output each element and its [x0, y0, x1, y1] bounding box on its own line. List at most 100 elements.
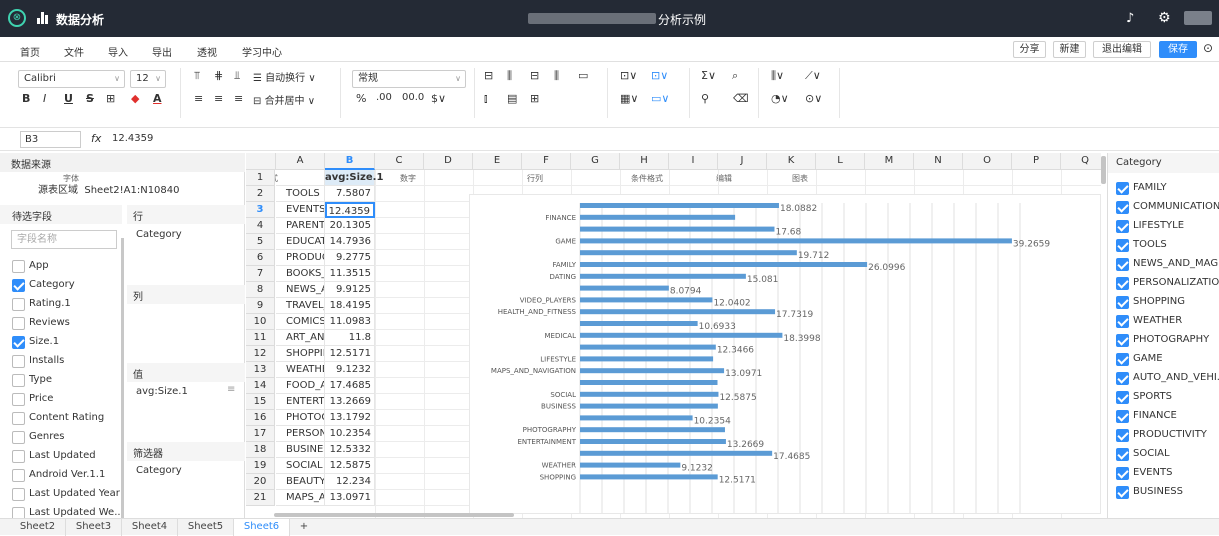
row-header[interactable]: 5 — [246, 234, 275, 250]
rows-zone-item[interactable]: Category — [136, 229, 182, 240]
checkbox[interactable] — [12, 393, 25, 406]
delete-row-icon[interactable]: ⊟ — [530, 69, 539, 82]
checkbox[interactable] — [1116, 467, 1129, 480]
row-header[interactable]: 13 — [246, 362, 275, 378]
align-middle-icon[interactable]: ⋕ — [214, 69, 223, 82]
cell-category[interactable]: SHOPPII — [276, 346, 325, 362]
cell-category[interactable]: MAPS_A — [276, 490, 325, 506]
user-avatar[interactable] — [1184, 11, 1212, 25]
strikethrough-button[interactable]: S — [86, 92, 94, 105]
bar-chart-insert-icon[interactable]: ⫼∨ — [771, 69, 784, 83]
checkbox[interactable] — [12, 469, 25, 482]
row-header[interactable]: 19 — [246, 458, 275, 474]
line-chart-icon[interactable]: ⟋∨ — [805, 69, 821, 83]
checkbox[interactable] — [1116, 201, 1129, 214]
sheet-tab-sheet3[interactable]: Sheet3 — [66, 519, 122, 536]
cell-value[interactable]: 12.4359 — [325, 202, 375, 218]
menu-export[interactable]: 导出 — [152, 44, 172, 59]
cell-value[interactable]: 11.0983 — [325, 314, 375, 330]
align-center-icon[interactable]: ≡ — [214, 92, 223, 105]
cell-value[interactable]: 12.5332 — [325, 442, 375, 458]
cell-category[interactable]: PRODUC — [276, 250, 325, 266]
font-name-select[interactable]: Calibri ∨ — [18, 70, 125, 88]
sheet-tab-sheet5[interactable]: Sheet5 — [178, 519, 234, 536]
chart-bar[interactable] — [580, 262, 868, 267]
cell-value[interactable]: 9.2775 — [325, 250, 375, 266]
chart-bar[interactable] — [580, 285, 669, 291]
chart-bar[interactable] — [580, 403, 718, 409]
new-button[interactable]: 新建 — [1053, 41, 1086, 58]
row-header[interactable]: 14 — [246, 378, 275, 394]
row-header[interactable]: 10 — [246, 314, 275, 330]
col-width-icon[interactable]: ▤ — [507, 92, 517, 105]
column-header-d[interactable]: D — [424, 153, 473, 170]
column-header-i[interactable]: I — [669, 153, 718, 170]
align-top-icon[interactable]: ⫪ — [194, 69, 200, 83]
checkbox[interactable] — [12, 374, 25, 387]
column-header-n[interactable]: N — [914, 153, 963, 170]
chart-bar[interactable] — [580, 356, 714, 362]
cell-value[interactable]: 11.8 — [325, 330, 375, 346]
checkbox[interactable] — [1116, 391, 1129, 404]
insert-col-icon[interactable]: ⫼ — [507, 69, 512, 83]
brand-logo-icon[interactable]: ⊗ — [8, 9, 26, 27]
cell-value[interactable]: 14.7936 — [325, 234, 375, 250]
cell-category[interactable]: PERSON — [276, 426, 325, 442]
sort-icon[interactable]: ⊡∨ — [651, 69, 668, 82]
cell-value[interactable]: 18.4195 — [325, 298, 375, 314]
cell-category[interactable]: BOOKS_ — [276, 266, 325, 282]
font-size-select[interactable]: 12 ∨ — [130, 70, 166, 88]
cell-value[interactable]: 9.9125 — [325, 282, 375, 298]
font-color-icon[interactable]: A — [153, 92, 162, 105]
checkbox[interactable] — [1116, 315, 1129, 328]
row-header[interactable]: 17 — [246, 426, 275, 442]
cell-value[interactable]: 7.5807 — [325, 186, 375, 202]
checkbox[interactable] — [12, 488, 25, 501]
checkbox[interactable] — [12, 412, 25, 425]
source-range[interactable]: 源表区域 Sheet2!A1:N10840 — [38, 181, 180, 196]
function-icon[interactable]: fx — [91, 132, 101, 145]
field-list-scrollbar[interactable] — [121, 238, 124, 518]
cell-value[interactable]: 17.4685 — [325, 378, 375, 394]
clear-icon[interactable]: ⌫ — [733, 92, 749, 105]
cell-category[interactable]: SOCIAL — [276, 458, 325, 474]
cell-category[interactable] — [276, 170, 325, 186]
horizontal-scrollbar[interactable] — [274, 513, 514, 517]
chart-bar[interactable] — [580, 427, 725, 433]
checkbox[interactable] — [1116, 372, 1129, 385]
cell-value[interactable]: 9.1232 — [325, 362, 375, 378]
sheet-tab-sheet2[interactable]: Sheet2 — [10, 519, 66, 536]
cell-category[interactable]: NEWS_A — [276, 282, 325, 298]
column-header-f[interactable]: F — [522, 153, 571, 170]
row-header[interactable]: 16 — [246, 410, 275, 426]
row-header[interactable]: 3 — [246, 202, 275, 218]
notification-icon[interactable]: ♪ — [1126, 11, 1134, 26]
chart-bar[interactable] — [580, 380, 718, 385]
checkbox[interactable] — [1116, 334, 1129, 347]
cell-value[interactable]: 12.234 — [325, 474, 375, 490]
chart-bar[interactable] — [580, 321, 698, 326]
column-header-e[interactable]: E — [473, 153, 522, 170]
cell-reference-box[interactable]: B3 — [20, 131, 81, 148]
cell-category[interactable]: BUSINES — [276, 442, 325, 458]
chart-bar[interactable] — [580, 226, 775, 232]
row-header[interactable]: 11 — [246, 330, 275, 346]
chart-bar[interactable] — [580, 439, 726, 444]
checkbox[interactable] — [1116, 410, 1129, 423]
sum-icon[interactable]: Σ∨ — [701, 69, 716, 82]
select-all-corner[interactable] — [246, 153, 276, 170]
row-header[interactable]: 4 — [246, 218, 275, 234]
cell-category[interactable]: TRAVEL_ — [276, 298, 325, 314]
row-header[interactable]: 21 — [246, 490, 275, 506]
checkbox[interactable] — [12, 317, 25, 330]
chart-bar[interactable] — [580, 344, 716, 350]
chart-bar[interactable] — [580, 415, 693, 421]
pivot-header-cell[interactable]: avg:Size.1 — [325, 170, 383, 186]
checkbox[interactable] — [1116, 220, 1129, 233]
menu-pivot[interactable]: 透视 — [197, 44, 217, 59]
more-chart-icon[interactable]: ⊙∨ — [805, 92, 822, 105]
cell-category[interactable]: PHOTOG — [276, 410, 325, 426]
bold-button[interactable]: B — [22, 92, 30, 105]
column-header-l[interactable]: L — [816, 153, 865, 170]
row-header[interactable]: 6 — [246, 250, 275, 266]
